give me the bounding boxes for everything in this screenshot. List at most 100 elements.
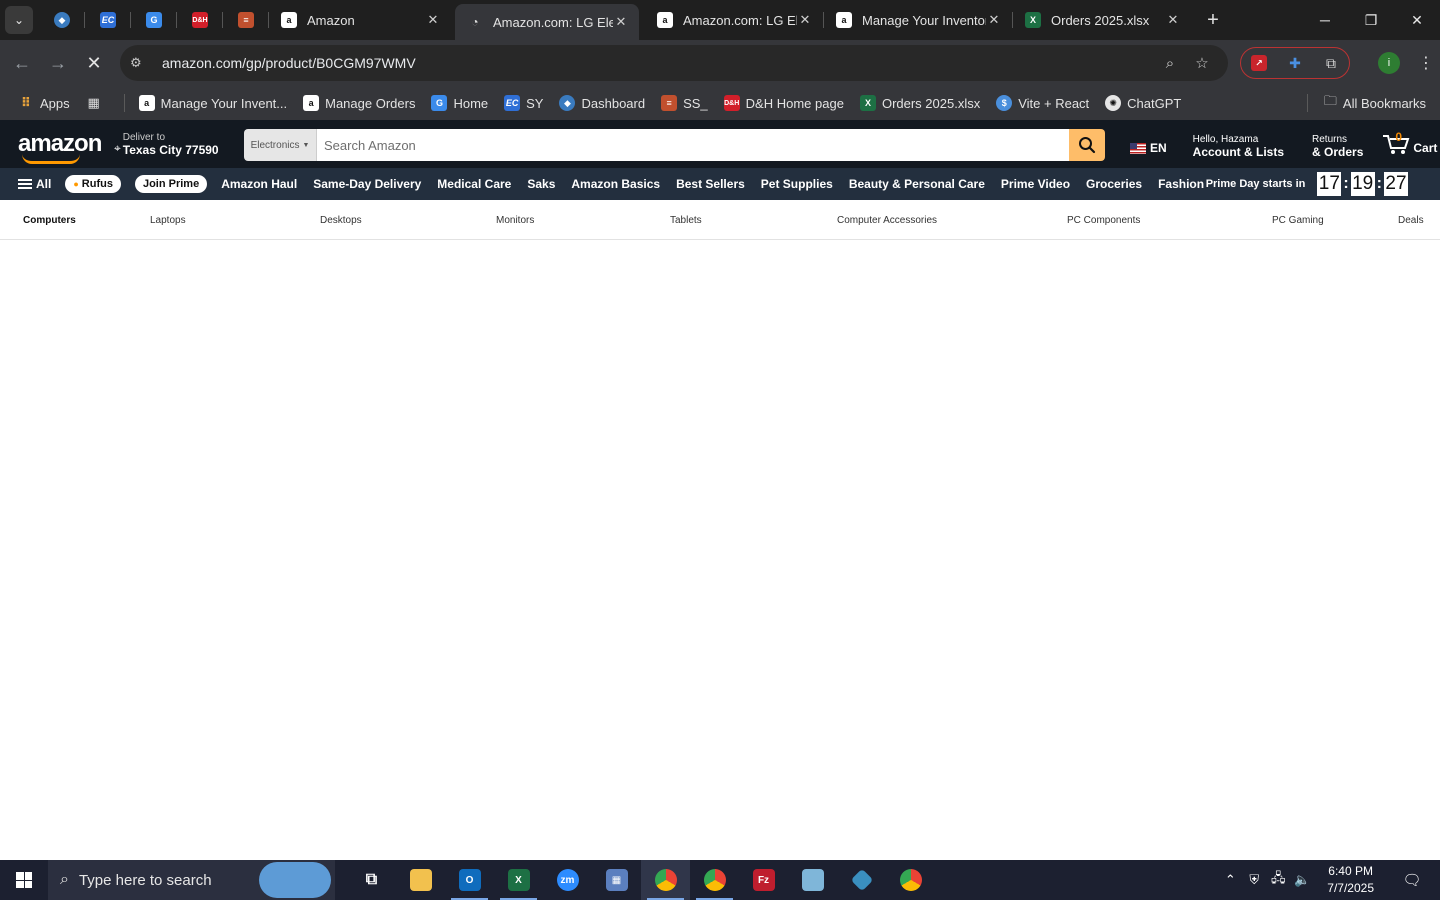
subnav-computer-accessories[interactable]: Computer Accessories — [837, 215, 937, 226]
all-bookmarks[interactable]: 🗀 All Bookmarks — [1306, 86, 1426, 120]
bookmark-dashboard[interactable]: ◆ Dashboard — [559, 95, 645, 111]
restore-button[interactable]: ❐ — [1348, 0, 1394, 40]
bookmark-ss[interactable]: ≡ SS_ — [661, 95, 708, 111]
returns-orders[interactable]: Returns & Orders — [1312, 130, 1363, 159]
nav-link-amazon-haul[interactable]: Amazon Haul — [221, 177, 297, 191]
tab-amazon-lg[interactable]: a Amazon.com: LG Electronics ✕ — [645, 0, 823, 40]
bookmark-dh-home[interactable]: D&H D&H Home page — [723, 95, 844, 111]
clock[interactable]: 6:40 PM 7/7/2025 — [1327, 863, 1374, 897]
profile-avatar[interactable]: i — [1378, 52, 1400, 74]
nav-link-prime-video[interactable]: Prime Video — [1001, 177, 1070, 191]
nav-link-fashion[interactable]: Fashion — [1158, 177, 1204, 191]
bookmark-apps[interactable]: ⠿ Apps — [18, 95, 70, 111]
bookmark-sy[interactable]: EC SY — [504, 95, 543, 111]
deliver-to[interactable]: ⌖ Deliver to Texas City 77590 — [114, 132, 219, 157]
nav-link-amazon-basics[interactable]: Amazon Basics — [571, 177, 660, 191]
pinned-tab-dh[interactable]: D&H — [177, 0, 223, 40]
nav-all-menu[interactable]: All — [18, 177, 51, 191]
stop-loading-button[interactable]: ✕ — [76, 45, 112, 81]
taskbar-chrome-other[interactable] — [886, 860, 935, 900]
close-icon[interactable]: ✕ — [797, 12, 813, 28]
extensions-puzzle-icon[interactable]: ⧉ — [1319, 51, 1343, 75]
nav-link-pet-supplies[interactable]: Pet Supplies — [761, 177, 833, 191]
taskbar-calculator[interactable]: ▦ — [592, 860, 641, 900]
taskbar-notes[interactable] — [788, 860, 837, 900]
site-info-icon[interactable]: ⚙ — [130, 55, 154, 71]
start-button[interactable] — [0, 860, 48, 900]
taskbar-chrome-active[interactable] — [641, 860, 690, 900]
pinned-tab-ss[interactable]: ≡ — [223, 0, 269, 40]
nav-link-medical-care[interactable]: Medical Care — [437, 177, 511, 191]
pinned-tab-g[interactable]: G — [131, 0, 177, 40]
tab-amazon-lg-active[interactable]: ◔ Amazon.com: LG Electronics ✕ — [455, 4, 639, 40]
volume-icon[interactable]: 🔈 — [1291, 872, 1313, 888]
minimize-button[interactable]: ─ — [1302, 0, 1348, 40]
more-menu-icon[interactable]: ⋮ — [1418, 53, 1434, 73]
search-input[interactable] — [317, 129, 1069, 161]
taskbar-excel[interactable]: X — [494, 860, 543, 900]
subnav-tablets[interactable]: Tablets — [670, 215, 702, 226]
bookmark-grid[interactable]: ▦ — [86, 95, 108, 111]
subnav-desktops[interactable]: Desktops — [320, 215, 362, 226]
back-button[interactable]: ← — [4, 45, 40, 81]
taskbar-diamond-app[interactable] — [837, 860, 886, 900]
network-icon[interactable]: 🖧 — [1267, 869, 1289, 891]
pinned-tab-dashboard[interactable]: ◆ — [39, 0, 85, 40]
nav-link-saks[interactable]: Saks — [527, 177, 555, 191]
taskbar-zoom[interactable]: zm — [543, 860, 592, 900]
zoom-icon[interactable]: ⌕ — [1154, 55, 1186, 72]
subnav-laptops[interactable]: Laptops — [150, 215, 186, 226]
taskbar-outlook[interactable]: O — [445, 860, 494, 900]
prime-day-countdown[interactable]: Prime Day starts in 17 : 19 : 27 — [1206, 172, 1408, 196]
tab-search-button[interactable]: ⌄ — [5, 6, 33, 34]
join-prime-button[interactable]: Join Prime — [134, 175, 208, 193]
bookmark-vite-react[interactable]: $ Vite + React — [996, 95, 1089, 111]
bookmark-chatgpt[interactable]: ✺ ChatGPT — [1105, 95, 1181, 111]
chevron-up-icon[interactable]: ⌃ — [1219, 872, 1241, 888]
subnav-computers[interactable]: Computers — [23, 215, 76, 226]
bookmark-orders-xlsx[interactable]: X Orders 2025.xlsx — [859, 95, 980, 111]
language-selector[interactable]: EN — [1130, 141, 1167, 155]
bookmark-home[interactable]: G Home — [431, 95, 488, 111]
search-category-select[interactable]: Electronics ▼ — [244, 129, 317, 161]
subnav-monitors[interactable]: Monitors — [496, 215, 534, 226]
nav-link-same-day[interactable]: Same-Day Delivery — [313, 177, 421, 191]
amazon-logo[interactable]: amazon — [18, 132, 102, 164]
taskbar-chrome-profile[interactable] — [690, 860, 739, 900]
nav-all-label: All — [36, 177, 52, 191]
star-icon[interactable]: ☆ — [1186, 54, 1218, 72]
nav-link-best-sellers[interactable]: Best Sellers — [676, 177, 745, 191]
pinned-tab-ec[interactable]: EC — [85, 0, 131, 40]
close-window-button[interactable]: ✕ — [1394, 0, 1440, 40]
rufus-button[interactable]: ● Rufus — [65, 175, 121, 193]
bookmark-manage-inventory[interactable]: a Manage Your Invent... — [138, 95, 287, 111]
security-icon[interactable]: ⛨ — [1243, 872, 1265, 888]
account-lists[interactable]: Hello, Hazama Account & Lists — [1193, 130, 1284, 159]
acrobat-extension-icon[interactable]: ↗ — [1247, 51, 1271, 75]
address-bar[interactable]: ⚙ amazon.com/gp/product/B0CGM97WMV ⌕ ☆ — [120, 45, 1228, 81]
task-view-button[interactable]: ⧉ — [347, 860, 396, 900]
close-icon[interactable]: ✕ — [613, 14, 629, 30]
bookmark-manage-orders[interactable]: a Manage Orders — [303, 95, 415, 111]
search-button[interactable] — [1069, 129, 1105, 161]
close-icon[interactable]: ✕ — [1165, 12, 1181, 28]
subnav-pc-gaming[interactable]: PC Gaming — [1272, 215, 1324, 226]
tab-orders-xlsx[interactable]: X Orders 2025.xlsx ✕ — [1013, 0, 1191, 40]
tab-amazon[interactable]: a Amazon ✕ — [269, 0, 451, 40]
blue-extension-icon[interactable]: ✚ — [1283, 51, 1307, 75]
subnav-pc-components[interactable]: PC Components — [1067, 215, 1140, 226]
tab-manage-inventory[interactable]: a Manage Your Inventory ✕ — [824, 0, 1012, 40]
taskbar-filezilla[interactable]: Fz — [739, 860, 788, 900]
notification-icon[interactable]: 🗨 — [1392, 871, 1432, 889]
nav-link-groceries[interactable]: Groceries — [1086, 177, 1142, 191]
nav-link-beauty[interactable]: Beauty & Personal Care — [849, 177, 985, 191]
cart[interactable]: 0 Cart — [1381, 130, 1437, 156]
url-text[interactable]: amazon.com/gp/product/B0CGM97WMV — [162, 55, 1154, 71]
taskbar-search[interactable]: ⌕ Type here to search — [48, 860, 335, 900]
subnav-deals[interactable]: Deals — [1398, 215, 1424, 226]
taskbar-file-explorer[interactable] — [396, 860, 445, 900]
close-icon[interactable]: ✕ — [986, 12, 1002, 28]
forward-button[interactable]: → — [40, 45, 76, 81]
new-tab-button[interactable]: + — [1199, 6, 1227, 34]
close-icon[interactable]: ✕ — [425, 12, 441, 28]
